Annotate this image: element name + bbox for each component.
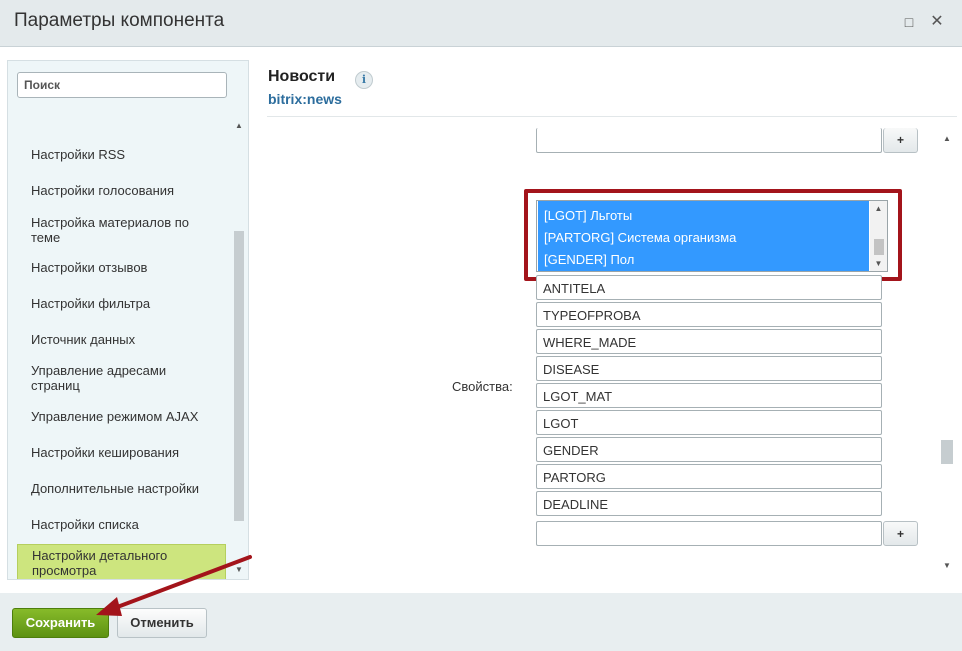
- property-field[interactable]: WHERE_MADE: [536, 329, 882, 354]
- sidebar-item-reviews[interactable]: Настройки отзывов: [17, 260, 226, 275]
- scroll-down-icon[interactable]: ▼: [870, 259, 887, 268]
- property-field[interactable]: TYPEOFPROBA: [536, 302, 882, 327]
- property-field[interactable]: GENDER: [536, 437, 882, 462]
- save-button[interactable]: Сохранить: [12, 608, 109, 638]
- properties-label: Свойства:: [452, 379, 513, 394]
- sidebar-scroll-thumb[interactable]: [234, 231, 244, 521]
- dialog-content: Настройки RSS Настройки голосования Наст…: [0, 47, 962, 593]
- property-field[interactable]: DISEASE: [536, 356, 882, 381]
- settings-sidebar: Настройки RSS Настройки голосования Наст…: [7, 60, 249, 580]
- property-field-empty-top[interactable]: [536, 128, 882, 153]
- property-field[interactable]: ANTITELA: [536, 275, 882, 300]
- property-field[interactable]: PARTORG: [536, 464, 882, 489]
- scroll-up-icon[interactable]: ▲: [234, 121, 244, 130]
- header-divider: [267, 116, 957, 117]
- property-field[interactable]: DEADLINE: [536, 491, 882, 516]
- cancel-button[interactable]: Отменить: [117, 608, 207, 638]
- property-field[interactable]: LGOT: [536, 410, 882, 435]
- sidebar-item-detail-view[interactable]: Настройки детального просмотра: [17, 544, 226, 579]
- property-field-empty[interactable]: [536, 521, 882, 546]
- sidebar-item-related-materials[interactable]: Настройка материалов по теме: [17, 215, 226, 245]
- main-scroll-thumb[interactable]: [941, 440, 953, 464]
- sidebar-item-filter[interactable]: Настройки фильтра: [17, 296, 226, 311]
- select-scroll-thumb[interactable]: [874, 239, 884, 255]
- sidebar-item-voting[interactable]: Настройки голосования: [17, 183, 226, 198]
- sidebar-item-caching[interactable]: Настройки кеширования: [17, 445, 226, 460]
- add-field-button-top[interactable]: +: [883, 128, 918, 153]
- sidebar-item-data-source[interactable]: Источник данных: [17, 332, 226, 347]
- sidebar-item-ajax-mode[interactable]: Управление режимом AJAX: [17, 409, 226, 424]
- sidebar-item-list[interactable]: Настройки списка: [17, 517, 226, 532]
- properties-multiselect[interactable]: [LGOT] Льготы [PARTORG] Система организм…: [536, 200, 888, 272]
- scroll-down-icon[interactable]: ▼: [234, 565, 244, 574]
- option-gender[interactable]: [GENDER] Пол: [538, 249, 869, 271]
- sidebar-item-rss[interactable]: Настройки RSS: [17, 147, 226, 162]
- property-field[interactable]: LGOT_MAT: [536, 383, 882, 408]
- title-bar: Параметры компонента □ ✕: [0, 0, 962, 47]
- search-input[interactable]: [17, 72, 227, 98]
- component-id: bitrix:news: [268, 91, 342, 107]
- component-title: Новости: [268, 68, 336, 85]
- select-scrollbar[interactable]: ▲ ▼: [870, 201, 887, 271]
- sidebar-scrollbar[interactable]: ▲ ▼: [232, 119, 246, 577]
- scroll-up-icon[interactable]: ▲: [942, 134, 952, 143]
- window-title: Параметры компонента: [14, 10, 225, 31]
- main-scrollbar[interactable]: ▲ ▼: [940, 133, 954, 577]
- add-field-button[interactable]: +: [883, 521, 918, 546]
- close-icon[interactable]: ✕: [929, 14, 945, 30]
- scroll-down-icon[interactable]: ▼: [942, 561, 952, 570]
- maximize-icon[interactable]: □: [901, 14, 917, 30]
- scroll-up-icon[interactable]: ▲: [870, 204, 887, 213]
- sidebar-item-additional[interactable]: Дополнительные настройки: [17, 481, 226, 496]
- info-icon[interactable]: i: [355, 71, 373, 89]
- option-partorg[interactable]: [PARTORG] Система организма: [538, 227, 869, 249]
- option-lgot[interactable]: [LGOT] Льготы: [538, 205, 869, 227]
- sidebar-item-page-urls[interactable]: Управление адресами страниц: [17, 363, 226, 393]
